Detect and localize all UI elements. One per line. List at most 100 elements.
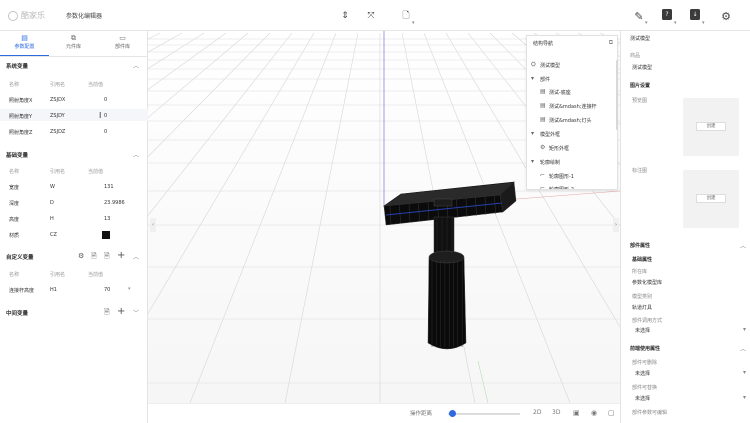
grid-line [148, 32, 227, 90]
basic-row-4-ref: CZ [50, 232, 57, 238]
col-name: 名称 [9, 169, 20, 175]
tab-params[interactable]: ▤ 参数配置 [0, 31, 49, 56]
nav-collapse-icon[interactable]: ⧉ [609, 39, 613, 47]
collapse-part-props-icon[interactable]: ︿ [740, 241, 746, 250]
app-title: 参数化编辑器 [66, 13, 103, 20]
zoom-slider[interactable] [448, 410, 520, 417]
tab-elements-label: 元件库 [65, 44, 81, 50]
caret-down-icon[interactable]: ▾ [531, 130, 534, 137]
custom-row-1-ref: H1 [50, 287, 57, 293]
fullscreen-icon[interactable]: ⤧ [365, 10, 377, 22]
settings-small-icon[interactable]: ⚙ [78, 252, 84, 260]
nav-item[interactable]: 测试-底座 [549, 89, 571, 96]
collapse-right-icon[interactable]: › [613, 218, 619, 232]
nav-item[interactable]: 测试模型 [540, 62, 560, 69]
image-settings-title: 图片设置 [630, 83, 651, 89]
sys-row-1-value[interactable]: 0 [104, 97, 107, 103]
annotation-label: 标注图 [632, 168, 648, 174]
call-mode-caret-icon[interactable]: ▾ [743, 326, 746, 333]
expand-middle-icon[interactable]: ﹀ [133, 308, 139, 317]
call-mode-select[interactable]: 未选择 [635, 327, 650, 334]
custom-row-1-value[interactable]: 70 [104, 287, 110, 293]
col-name: 名称 [9, 272, 20, 278]
product-value: 测试模型 [632, 65, 653, 71]
visibility-icon[interactable]: ◉ [591, 409, 597, 417]
sys-row-2-ref: ZSJDY [50, 113, 65, 119]
sys-row-2-name: 照射角度Y [9, 114, 33, 120]
bottom-bar: 操作距离 2D 3D ▣ ◉ ▢ [148, 403, 620, 423]
tab-elements[interactable]: ⧉ 元件库 [49, 31, 98, 56]
file-icon[interactable]: 🗋 [400, 10, 412, 22]
collapse-custom-icon[interactable]: ︿ [133, 252, 139, 261]
fit-view-icon[interactable]: ▣ [573, 409, 580, 417]
product-label: 商品 [630, 53, 641, 59]
lamp-body-top [428, 250, 465, 264]
material-color-swatch[interactable] [102, 231, 110, 239]
help-icon[interactable]: ? [662, 9, 672, 20]
mode-2d-button[interactable]: 2D [533, 409, 541, 416]
nav-item[interactable]: 轮廓图形-2 [549, 186, 574, 189]
nav-item[interactable]: 矩形外框 [549, 145, 569, 152]
collapse-frontend-props-icon[interactable]: ︿ [740, 344, 746, 353]
basic-row-3-value[interactable]: 13 [104, 216, 110, 222]
grid-line [148, 32, 293, 216]
add-custom-var-icon[interactable]: + [117, 250, 125, 261]
col-ref: 引用名 [50, 272, 66, 278]
custom-row-1-caret-icon[interactable]: ▾ [128, 286, 131, 292]
download-caret-icon[interactable]: ▾ [702, 20, 705, 26]
sys-row-1-ref: ZSJDX [50, 97, 66, 103]
nav-item[interactable]: 部件 [540, 76, 550, 83]
nav-item[interactable]: 测试&mdash;灯头 [549, 117, 591, 124]
gear-icon: ⚙ [540, 144, 546, 151]
nav-scrollbar[interactable] [616, 60, 618, 130]
sys-row-3-value[interactable]: 0 [104, 129, 107, 135]
replaceable-caret-icon[interactable]: ▾ [743, 394, 746, 401]
create-preview-button[interactable]: 创建 [696, 122, 726, 131]
caret-down-icon[interactable]: ▾ [531, 158, 534, 165]
basic-row-1-value[interactable]: 131 [104, 184, 114, 190]
tab-parts[interactable]: ▭ 部件库 [98, 31, 147, 56]
nav-item[interactable]: 轮廓图形-1 [549, 173, 574, 180]
collapse-basic-icon[interactable]: ︿ [133, 150, 139, 159]
part-props-title: 部件属性 [630, 243, 651, 249]
create-annotation-button[interactable]: 创建 [696, 194, 726, 203]
frontend-props-title: 前端使用属性 [630, 346, 661, 352]
file-caret-icon[interactable]: ▾ [412, 20, 415, 26]
help-caret-icon[interactable]: ▾ [674, 20, 677, 26]
nav-item[interactable]: 测试&mdash;连接杆 [549, 103, 596, 110]
caret-down-icon[interactable]: ▾ [531, 75, 534, 82]
import-icon[interactable]: ⇕ [339, 10, 351, 22]
basic-row-2-value[interactable]: 23.9986 [104, 200, 125, 206]
settings-icon[interactable]: ⚙ [720, 10, 732, 23]
collapse-left-icon[interactable]: ‹ [150, 218, 156, 232]
model-label: 测试模型 [630, 36, 651, 42]
add-middle-var-icon[interactable]: + [117, 306, 125, 317]
grid-line [148, 32, 249, 118]
zoom-slider-thumb[interactable] [448, 410, 456, 417]
middle-doc-icon[interactable]: 🗎 [104, 308, 110, 319]
replaceable-select[interactable]: 未选择 [635, 395, 650, 402]
lamp-body [427, 256, 467, 350]
collapse-system-icon[interactable]: ︿ [133, 61, 139, 70]
deletable-caret-icon[interactable]: ▾ [743, 369, 746, 376]
basic-row-1-ref: W [50, 184, 55, 190]
deletable-select[interactable]: 未选择 [635, 370, 650, 377]
import-doc-icon[interactable]: 🗎 [91, 252, 97, 263]
edit-icon[interactable]: ✎ [633, 10, 645, 23]
basic-row-2-ref: D [50, 200, 54, 206]
basic-row-2-name: 深度 [9, 201, 20, 207]
logo-ring-icon [8, 10, 18, 21]
mode-3d-button[interactable]: 3D [552, 409, 560, 416]
logo-text: 酷家乐 [21, 11, 45, 20]
annotation-image-box: 创建 [683, 170, 739, 228]
nav-item[interactable]: 模型外框 [540, 131, 560, 138]
edit-caret-icon[interactable]: ▾ [645, 20, 648, 26]
sys-row-2-value[interactable]: 0 [104, 113, 107, 119]
basic-vars-title: 基础变量 [6, 153, 29, 159]
export-doc-icon[interactable]: 🗎 [104, 252, 110, 263]
nav-item[interactable]: 轮廓绘制 [540, 159, 560, 166]
more-view-icon[interactable]: ▢ [608, 409, 615, 417]
tab-parts-label: 部件库 [114, 44, 130, 50]
download-icon[interactable]: ↓ [690, 9, 700, 20]
col-ref: 引用名 [50, 82, 66, 88]
